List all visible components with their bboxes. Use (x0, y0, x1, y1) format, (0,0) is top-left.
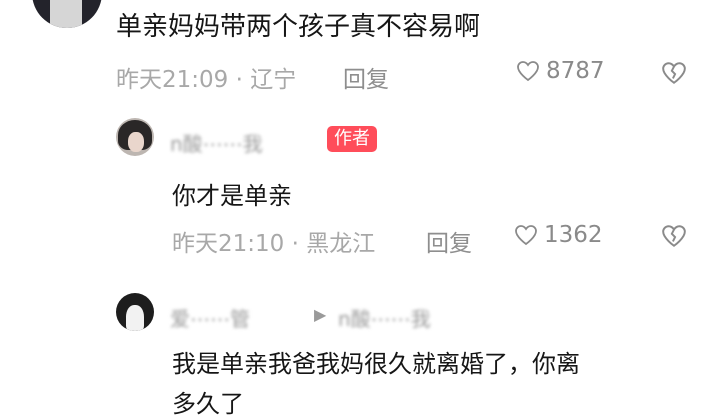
author-badge: 作者 (327, 126, 377, 152)
reply-button[interactable]: 回复 (426, 224, 472, 258)
reply-text: 你才是单亲 (172, 182, 292, 210)
reply-username[interactable]: 爱⋯⋯管 (170, 303, 250, 332)
like-count: 1362 (544, 222, 603, 248)
broken-heart-icon[interactable] (661, 60, 687, 86)
reply-text-line-2: 多久了 (172, 390, 244, 418)
avatar[interactable] (32, 0, 102, 28)
heart-outline-icon (517, 61, 539, 82)
heart-outline-icon (515, 225, 537, 246)
comment-meta: 昨天21:09 · 辽宁 (116, 67, 297, 93)
like-button[interactable]: 8787 (516, 58, 605, 84)
avatar[interactable] (116, 118, 154, 156)
broken-heart-icon[interactable] (661, 223, 687, 249)
like-button[interactable]: 1362 (514, 222, 603, 248)
avatar[interactable] (116, 293, 154, 331)
like-count: 8787 (546, 58, 605, 84)
reply-to-username[interactable]: n酸⋯⋯我 (338, 303, 431, 332)
reply-username[interactable]: n酸⋯⋯我 (170, 128, 263, 157)
reply-meta: 昨天21:10 · 黑龙江 (172, 231, 376, 257)
reply-button[interactable]: 回复 (343, 60, 389, 94)
comment-text: 单亲妈妈带两个孩子真不容易啊 (116, 12, 481, 42)
reply-text-line-1: 我是单亲我爸我妈很久就离婚了，你离 (172, 350, 580, 378)
triangle-right-icon: ▶ (314, 305, 327, 324)
